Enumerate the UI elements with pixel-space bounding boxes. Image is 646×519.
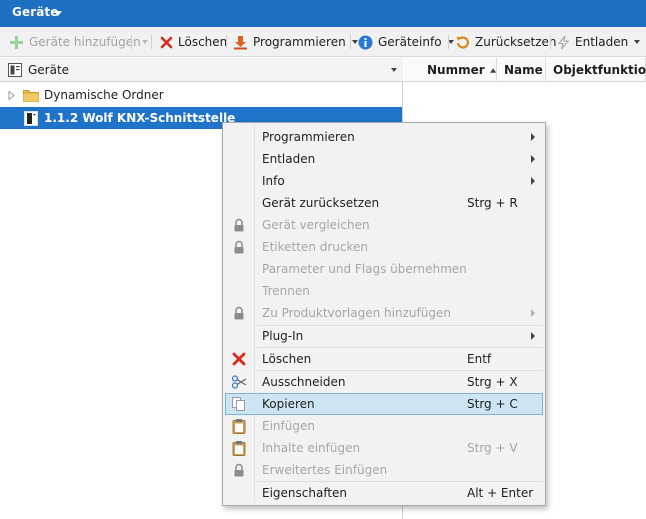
unload-button[interactable]: Entladen [557,27,641,57]
submenu-arrow-icon [531,177,535,185]
menu-item-plug-in[interactable]: Plug-In [225,325,543,347]
lock-icon [234,306,244,320]
add-devices-button[interactable]: Geräte hinzufügen [9,27,141,57]
menu-item-entladen[interactable]: Entladen [225,148,543,170]
lightning-icon [557,35,570,49]
column-header-nummer[interactable]: Nummer [420,58,497,82]
menu-item-apply-parameters[interactable]: Parameter und Flags übernehmen [225,258,543,280]
add-devices-dropdown[interactable] [136,27,148,57]
tree-header: Geräte [0,58,403,82]
context-menu: Programmieren Entladen Info Gerät zurück… [222,122,546,506]
toolbar-divider [550,35,551,49]
plus-icon [10,35,23,49]
expand-arrow-icon[interactable] [8,90,15,100]
clipboard-icon [232,441,246,456]
delete-button[interactable]: Löschen [160,27,227,57]
add-devices-label: Geräte hinzufügen [29,35,141,49]
devices-icon [8,62,22,77]
toolbar-divider [151,35,152,49]
shortcut-text: Strg + V [467,441,518,455]
info-icon [358,35,373,49]
menu-item-paste[interactable]: Einfügen [225,415,543,437]
header-dropdown-icon[interactable] [391,68,397,72]
menu-item-copy[interactable]: Kopieren Strg + C [225,393,543,415]
reset-button[interactable]: Zurücksetzen [455,27,557,57]
menu-item-print-labels[interactable]: Etiketten drucken [225,236,543,258]
lock-icon [234,218,244,232]
toolbar: Geräte hinzufügen Löschen Programmieren … [0,27,646,57]
copy-icon [232,397,245,411]
shortcut-text: Alt + Enter [467,486,534,500]
reset-label: Zurücksetzen [475,35,557,49]
toolbar-divider [448,35,449,49]
menu-item-properties[interactable]: Eigenschaften Alt + Enter [225,482,543,504]
lock-icon [234,240,244,254]
title-dropdown-icon[interactable] [54,11,62,16]
menu-item-delete[interactable]: Löschen Entf [225,348,543,370]
submenu-arrow-icon [531,133,535,141]
menu-item-cut[interactable]: Ausschneiden Strg + X [225,371,543,393]
shortcut-text: Strg + C [467,397,518,411]
toolbar-divider [131,35,132,49]
menu-item-paste-contents[interactable]: Inhalte einfügen Strg + V [225,437,543,459]
shortcut-text: Strg + X [467,375,518,389]
unload-label: Entladen [575,35,629,49]
toolbar-divider [226,35,227,49]
reset-icon [456,35,470,49]
menu-item-add-to-templates[interactable]: Zu Produktvorlagen hinzufügen [225,302,543,324]
column-header-row: Nummer Name Objektfunktion [404,58,646,82]
submenu-arrow-icon [531,309,535,317]
menu-item-disconnect[interactable]: Trennen [225,280,543,302]
program-button[interactable]: Programmieren [233,27,358,57]
folder-icon [23,89,39,102]
submenu-arrow-icon [531,332,535,340]
chevron-down-icon [142,40,148,44]
menu-item-compare-device[interactable]: Gerät vergleichen [225,214,543,236]
device-icon [24,110,38,126]
menu-item-programmieren[interactable]: Programmieren [225,126,543,148]
tree-item-label: 1.1.2 Wolf KNX-Schnittstelle [44,111,236,125]
program-label: Programmieren [253,35,346,49]
shortcut-text: Entf [467,352,492,366]
tree-item-label: Dynamische Ordner [44,88,164,102]
delete-x-icon [160,36,173,48]
delete-label: Löschen [178,35,228,49]
shortcut-text: Strg + R [467,196,518,210]
tree-header-label: Geräte [28,62,70,77]
tree-item-dynamic-folders[interactable]: Dynamische Ordner [0,84,403,106]
menu-item-info[interactable]: Info [225,170,543,192]
window-title[interactable]: Geräte [12,5,58,19]
column-header-objektfunktion[interactable]: Objektfunktion [546,58,646,82]
scissors-icon [231,375,247,389]
delete-x-icon [232,352,246,366]
sort-asc-icon [489,67,496,73]
download-arrow-icon [234,35,247,49]
device-info-label: Geräteinfo [378,35,442,49]
column-header-name[interactable]: Name [497,58,546,82]
menu-item-reset-device[interactable]: Gerät zurücksetzen Strg + R [225,192,543,214]
window-title-bar: Geräte [0,0,646,27]
chevron-down-icon [634,40,641,44]
lock-icon [234,463,244,477]
submenu-arrow-icon [531,155,535,163]
clipboard-icon [232,419,246,434]
menu-item-extended-paste[interactable]: Erweitertes Einfügen [225,459,543,481]
toolbar-divider [350,35,351,49]
device-info-button[interactable]: Geräteinfo [358,27,454,57]
chevron-down-icon [351,40,358,44]
